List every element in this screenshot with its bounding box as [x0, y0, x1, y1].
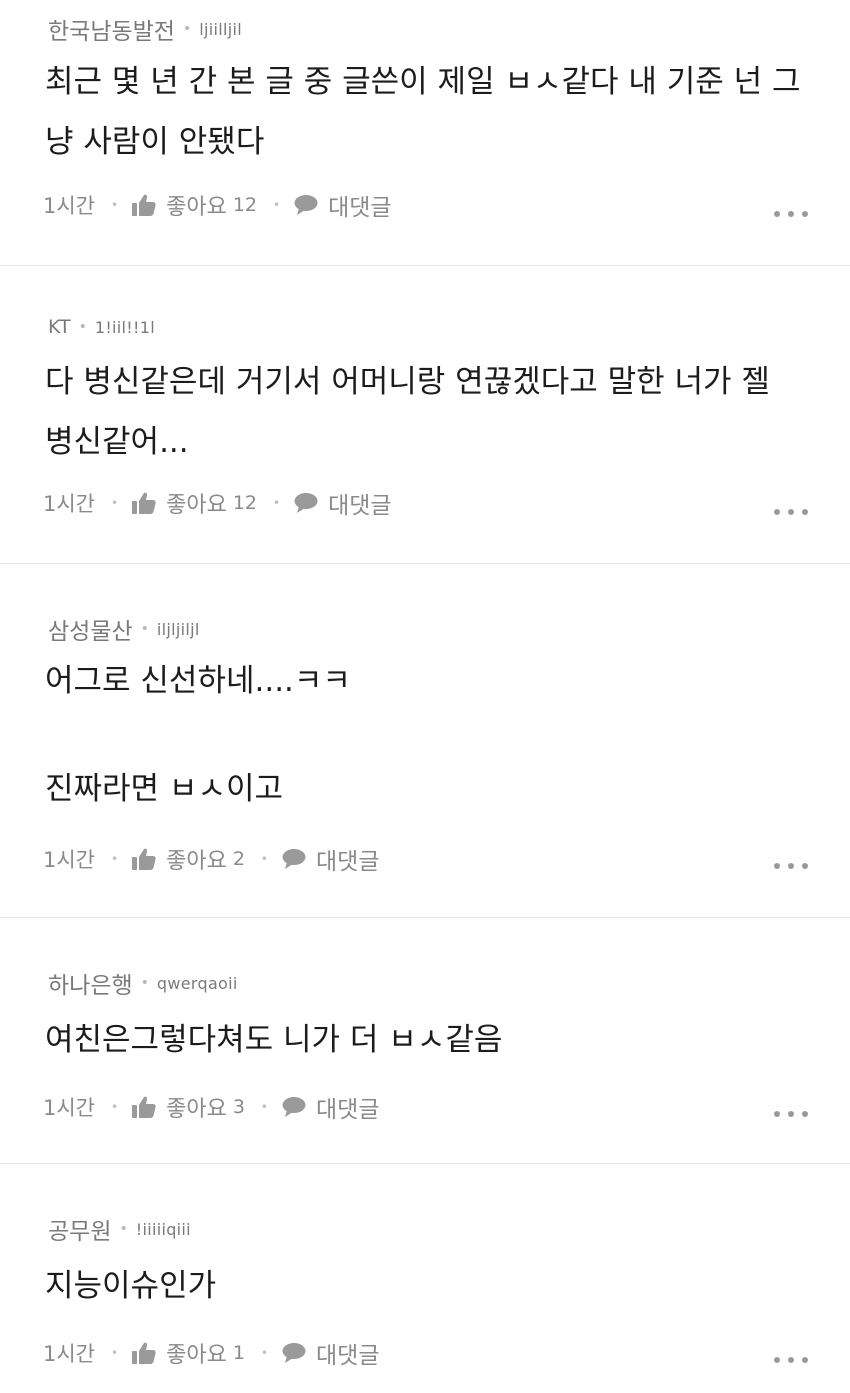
- separator-dot: •: [78, 319, 87, 335]
- comment-item: KT • 1!iil!!1l 다 병신같은데 거기서 어머니랑 연끊겠다고 말한…: [0, 266, 850, 564]
- speech-bubble-icon: [282, 1097, 306, 1117]
- nickname[interactable]: iljljiljl: [157, 620, 200, 639]
- like-label: 좋아요: [166, 493, 227, 518]
- thumbs-up-icon: [132, 1096, 156, 1118]
- like-button[interactable]: 좋아요 12: [132, 487, 257, 519]
- separator-dot: •: [111, 496, 119, 510]
- company-name[interactable]: 삼성물산: [48, 612, 133, 646]
- speech-bubble-icon: [282, 1343, 306, 1363]
- like-label: 좋아요: [166, 1343, 227, 1368]
- comment-line: 지능이슈인가: [45, 1268, 217, 1304]
- like-button[interactable]: 좋아요 2: [132, 843, 245, 875]
- nickname[interactable]: !iiiiiqiii: [136, 1220, 191, 1239]
- reply-label: 대댓글: [328, 493, 392, 519]
- like-label: 좋아요: [166, 1097, 227, 1122]
- company-name[interactable]: 공무원: [48, 1212, 111, 1246]
- separator-dot: •: [273, 496, 281, 510]
- reply-label: 대댓글: [316, 1097, 380, 1123]
- separator-dot: •: [260, 1346, 268, 1360]
- comment-item: 하나은행 • qwerqaoii 여친은그렇다쳐도 니가 더 ㅂㅅ같음 1시간 …: [0, 918, 850, 1164]
- more-dots-icon[interactable]: [774, 210, 808, 218]
- separator-dot: •: [140, 975, 149, 991]
- comment-item: 공무원 • !iiiiiqiii 지능이슈인가 1시간 • 좋아요 1 • 대댓…: [0, 1164, 850, 1393]
- reply-label: 대댓글: [316, 1343, 380, 1369]
- separator-dot: •: [260, 1100, 268, 1114]
- company-name[interactable]: 한국남동발전: [48, 12, 175, 46]
- nickname[interactable]: ljiilljil: [199, 20, 242, 39]
- separator-dot: •: [260, 852, 268, 866]
- comment-line: [45, 708, 815, 762]
- comment-footer: 1시간 • 좋아요 1 • 대댓글: [43, 1336, 379, 1370]
- thumbs-up-icon: [132, 848, 156, 870]
- timestamp: 1시간: [43, 1096, 96, 1120]
- comment-meta: KT • 1!iil!!1l: [48, 316, 155, 338]
- separator-dot: •: [140, 621, 149, 637]
- comment-footer: 1시간 • 좋아요 2 • 대댓글: [43, 842, 379, 876]
- comment-footer: 1시간 • 좋아요 3 • 대댓글: [43, 1090, 379, 1124]
- comment-footer: 1시간 • 좋아요 12 • 대댓글: [43, 188, 392, 222]
- separator-dot: •: [111, 1346, 119, 1360]
- like-button[interactable]: 좋아요 12: [132, 189, 257, 221]
- separator-dot: •: [182, 21, 192, 37]
- reply-button[interactable]: 대댓글: [282, 1090, 379, 1124]
- speech-bubble-icon: [282, 849, 306, 869]
- comment-line: 다 병신같은데 거기서 어머니랑 연끊겠다고 말한 너가 젤: [45, 364, 770, 400]
- comment-body: 다 병신같은데 거기서 어머니랑 연끊겠다고 말한 너가 젤 병신같어...: [45, 352, 815, 472]
- separator-dot: •: [111, 1100, 119, 1114]
- more-dots-icon[interactable]: [774, 862, 808, 870]
- comment-footer: 1시간 • 좋아요 12 • 대댓글: [43, 486, 392, 520]
- like-count: 2: [232, 848, 245, 870]
- separator-dot: •: [273, 198, 281, 212]
- comment-line: 어그로 신선하네....ㅋㅋ: [45, 663, 351, 699]
- like-label: 좋아요: [166, 195, 227, 220]
- reply-button[interactable]: 대댓글: [294, 486, 392, 520]
- separator-dot: •: [111, 198, 119, 212]
- more-dots-icon[interactable]: [774, 1356, 808, 1364]
- timestamp: 1시간: [43, 1342, 96, 1366]
- like-button[interactable]: 좋아요 3: [132, 1091, 245, 1123]
- like-button[interactable]: 좋아요 1: [132, 1337, 245, 1369]
- separator-dot: •: [119, 1221, 128, 1237]
- separator-dot: •: [111, 852, 119, 866]
- comment-meta: 공무원 • !iiiiiqiii: [48, 1212, 191, 1246]
- reply-label: 대댓글: [328, 195, 392, 221]
- reply-label: 대댓글: [316, 849, 380, 875]
- comment-line: 최근 몇 년 간 본 글 중 글쓴이 제일 ㅂㅅ같다 내 기준 넌 그: [45, 64, 801, 100]
- reply-button[interactable]: 대댓글: [282, 1336, 379, 1370]
- like-count: 3: [232, 1096, 245, 1118]
- comment-meta: 하나은행 • qwerqaoii: [48, 966, 238, 1000]
- thumbs-up-icon: [132, 492, 156, 514]
- timestamp: 1시간: [43, 492, 96, 516]
- comment-item: 삼성물산 • iljljiljl 어그로 신선하네....ㅋㅋ 진짜라면 ㅂㅅ이…: [0, 564, 850, 918]
- reply-button[interactable]: 대댓글: [282, 842, 379, 876]
- comment-line: 여친은그렇다쳐도 니가 더 ㅂㅅ같음: [45, 1022, 503, 1058]
- more-dots-icon[interactable]: [774, 1110, 808, 1118]
- comment-body: 어그로 신선하네....ㅋㅋ 진짜라면 ㅂㅅ이고: [45, 654, 815, 816]
- nickname[interactable]: qwerqaoii: [157, 974, 238, 993]
- speech-bubble-icon: [294, 195, 318, 215]
- thumbs-up-icon: [132, 194, 156, 216]
- comment-body: 최근 몇 년 간 본 글 중 글쓴이 제일 ㅂㅅ같다 내 기준 넌 그 냥 사람…: [45, 52, 815, 172]
- comment-meta: 삼성물산 • iljljiljl: [48, 612, 200, 646]
- comment-body: 지능이슈인가: [45, 1256, 815, 1316]
- like-count: 12: [232, 492, 258, 514]
- company-name[interactable]: 하나은행: [48, 966, 133, 1000]
- comment-line: 병신같어...: [45, 424, 189, 460]
- more-dots-icon[interactable]: [774, 508, 808, 516]
- like-count: 1: [232, 1342, 245, 1364]
- company-name[interactable]: KT: [48, 316, 71, 338]
- nickname[interactable]: 1!iil!!1l: [95, 318, 155, 337]
- like-count: 12: [232, 194, 258, 216]
- comment-meta: 한국남동발전 • ljiilljil: [48, 12, 242, 46]
- comment-body: 여친은그렇다쳐도 니가 더 ㅂㅅ같음: [45, 1010, 815, 1070]
- timestamp: 1시간: [43, 848, 96, 872]
- like-label: 좋아요: [166, 849, 227, 874]
- timestamp: 1시간: [43, 194, 96, 218]
- reply-button[interactable]: 대댓글: [294, 188, 392, 222]
- comment-line: 냥 사람이 안됐다: [45, 124, 265, 160]
- comment-item: 한국남동발전 • ljiilljil 최근 몇 년 간 본 글 중 글쓴이 제일…: [0, 0, 850, 266]
- comment-line: 진짜라면 ㅂㅅ이고: [45, 771, 284, 807]
- speech-bubble-icon: [294, 493, 318, 513]
- thumbs-up-icon: [132, 1342, 156, 1364]
